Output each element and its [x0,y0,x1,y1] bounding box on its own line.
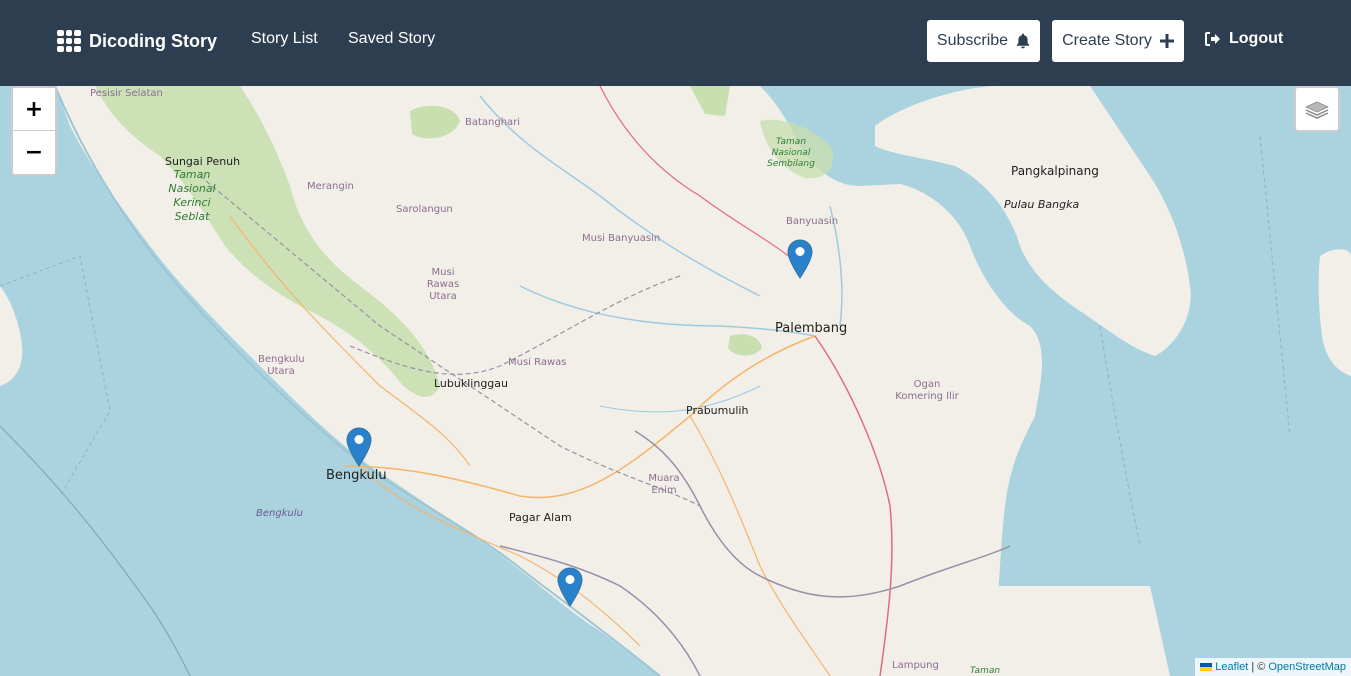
brand-link[interactable]: Dicoding Story [57,29,217,53]
label-banyuasin: Banyuasin [786,216,839,227]
nav-saved-story[interactable]: Saved Story [348,30,435,48]
zoom-in-button[interactable]: + [13,88,55,131]
create-story-label: Create Story [1062,32,1152,49]
label-pagar-alam: Pagar Alam [509,511,572,524]
label-palembang: Palembang [775,321,848,336]
layers-icon [1305,101,1329,119]
map-attribution: Leaflet | © OpenStreetMap [1195,658,1351,676]
ukraine-flag-icon [1200,663,1213,671]
bell-icon [1016,33,1030,49]
subscribe-label: Subscribe [936,32,1009,49]
logout-icon [1205,32,1220,46]
map-marker[interactable] [787,239,813,279]
osm-link[interactable]: OpenStreetMap [1268,661,1346,673]
label-pulau-bangka: Pulau Bangka [1004,198,1080,211]
nav-story-list[interactable]: Story List [251,30,318,48]
plus-icon [1159,34,1174,48]
label-bengkulu-utara: Bengkulu Utara [258,354,305,377]
label-ogan-komering-ilir: Ogan Komering Ilir [895,379,959,402]
label-taman-sembilang: Taman Nasional Sembilang [767,137,815,169]
subscribe-button[interactable]: Subscribe [927,20,1040,62]
attribution-separator: | © [1251,661,1266,673]
map-marker[interactable] [557,567,583,607]
top-navbar: Dicoding Story Story List Saved Story Su… [0,0,1351,86]
label-musi-banyuasin: Musi Banyuasin [582,233,661,244]
story-map[interactable]: Pesisir Selatan Sungai Penuh Taman Nasio… [0,86,1351,676]
layers-control-button[interactable] [1294,86,1340,132]
create-story-button[interactable]: Create Story [1052,20,1184,62]
label-batanghari: Batanghari [465,117,521,128]
map-marker[interactable] [346,427,372,467]
label-pesisir-selatan: Pesisir Selatan [90,88,163,99]
label-merangin: Merangin [307,181,354,192]
label-taman-bottom: Taman [970,666,1001,676]
label-prabumulih: Prabumulih [686,404,749,417]
label-taman-kerinci: Taman Nasional Kerinci Seblat [168,168,216,223]
logout-label: Logout [1229,30,1284,47]
label-bengkulu: Bengkulu [326,468,387,483]
zoom-out-button[interactable]: − [13,131,55,174]
label-pangkalpinang: Pangkalpinang [1011,164,1099,178]
label-sungai-penuh: Sungai Penuh [165,155,241,168]
zoom-control: + − [11,86,57,176]
grid-icon [57,30,81,52]
label-lubuklinggau: Lubuklinggau [434,377,508,390]
label-musi-rawas: Musi Rawas [508,357,567,368]
label-muara-enim: Muara Enim [648,473,680,496]
label-musi-rawas-utara: Musi Rawas Utara [426,267,460,302]
label-bengkulu-sea: Bengkulu [256,508,303,519]
leaflet-link[interactable]: Leaflet [1215,661,1248,673]
label-lampung: Lampung [892,660,939,671]
brand-label: Dicoding Story [89,30,218,51]
label-sarolangun: Sarolangun [396,204,453,215]
logout-link[interactable]: Logout [1205,30,1283,48]
